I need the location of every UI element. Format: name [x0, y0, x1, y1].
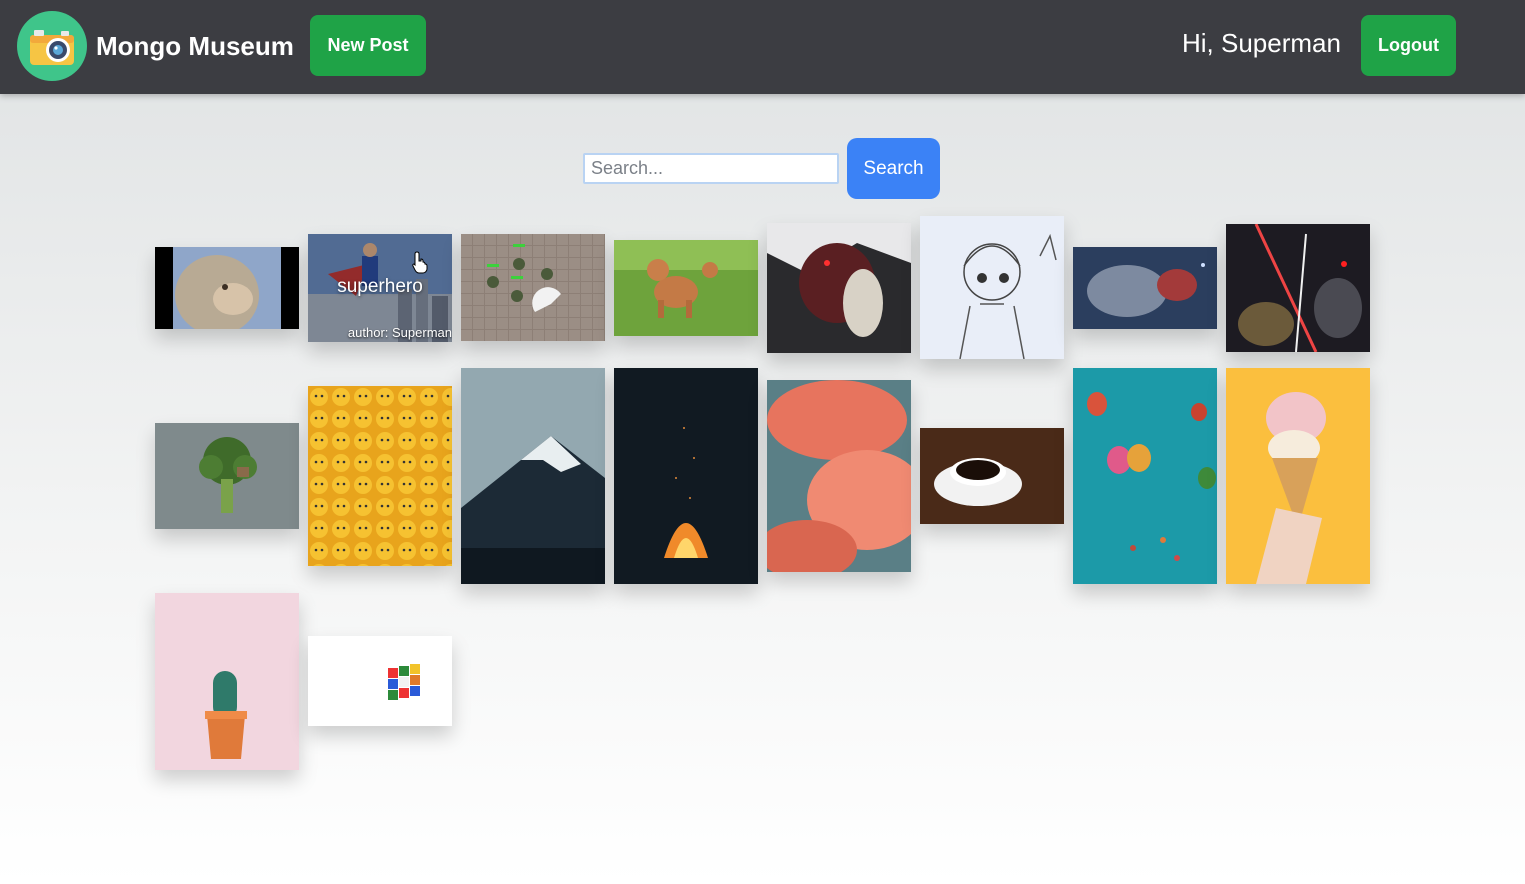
gallery-tile-fist[interactable] [1073, 247, 1217, 329]
gallery-tile-sword-fight[interactable] [1226, 224, 1370, 352]
navbar: Mongo Museum New Post Hi, Superman Logou… [0, 0, 1525, 94]
anime-sketch-image [920, 216, 1064, 359]
gallery-tile-clouds[interactable] [767, 380, 911, 572]
gallery-tile-dark-warrior[interactable] [767, 223, 911, 353]
logout-button[interactable]: Logout [1361, 15, 1456, 76]
balloons-image [1073, 368, 1217, 584]
tile-author: author: Superman [347, 325, 452, 340]
gallery-tile-broccoli[interactable] [155, 423, 299, 529]
gallery-tile-superhero[interactable]: superhero author: Superman [308, 234, 452, 342]
gallery-tile-ice-cream[interactable] [1226, 368, 1370, 584]
monkey-image [155, 247, 299, 329]
gallery-tile-mountain[interactable] [461, 368, 605, 584]
sword-fight-image [1226, 224, 1370, 352]
gallery-tile-campfire[interactable] [614, 368, 758, 584]
mountain-image [461, 368, 605, 584]
gallery-tile-coffee[interactable] [920, 428, 1064, 524]
ice-cream-image [1226, 368, 1370, 584]
gallery-tile-anime-sketch[interactable] [920, 216, 1064, 359]
tile-title: superhero [337, 276, 423, 297]
dark-warrior-image [767, 223, 911, 353]
lego-heads-image [308, 386, 452, 566]
gallery-tile-lego-heads[interactable] [308, 386, 452, 566]
fist-image [1073, 247, 1217, 329]
search-input[interactable] [583, 153, 839, 184]
gallery-tile-cactus[interactable] [155, 593, 299, 770]
poodle-image [614, 240, 758, 336]
gallery-tile-poodle[interactable] [614, 240, 758, 336]
clouds-image [767, 380, 911, 572]
search-button[interactable]: Search [847, 138, 940, 199]
cactus-image [155, 593, 299, 770]
gallery-tile-game[interactable] [461, 234, 605, 341]
broccoli-image [155, 423, 299, 529]
user-greeting: Hi, Superman [1182, 28, 1341, 58]
gallery-tile-monkey[interactable] [155, 247, 299, 329]
brand-title[interactable]: Mongo Museum [96, 30, 294, 62]
gallery-tile-rubiks-cube[interactable] [308, 636, 452, 726]
campfire-image [614, 368, 758, 584]
camera-logo-icon[interactable] [17, 11, 87, 81]
game-grid-image [461, 234, 605, 341]
new-post-button[interactable]: New Post [310, 15, 426, 76]
coffee-image [920, 428, 1064, 524]
gallery-tile-balloons[interactable] [1073, 368, 1217, 584]
rubiks-cube-image [308, 636, 452, 726]
